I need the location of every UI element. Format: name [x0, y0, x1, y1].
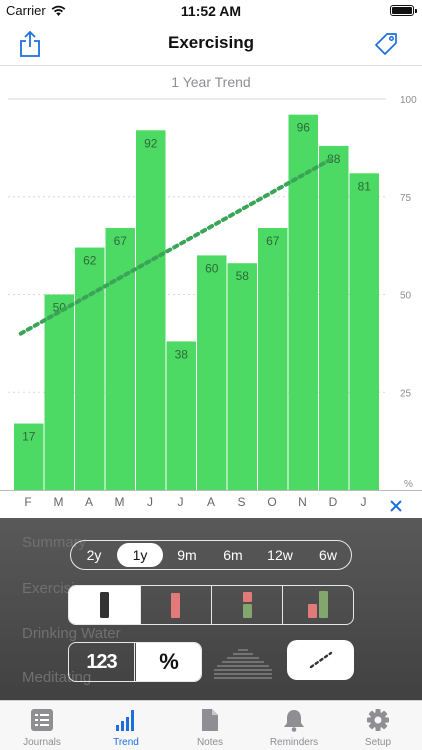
y-unit-label: % — [404, 479, 413, 490]
note-icon — [202, 709, 218, 731]
bar-value-label: 96 — [297, 121, 311, 135]
stacked-style-button[interactable] — [211, 586, 282, 624]
tab-notes[interactable]: Notes — [168, 701, 252, 750]
x-tick-label: A — [206, 495, 215, 509]
numbers-format-label: 123 — [86, 650, 117, 673]
period-option-6m[interactable]: 6m — [213, 543, 253, 567]
y-tick-label: 50 — [400, 291, 412, 302]
bell-icon — [284, 710, 304, 732]
percent-format-button[interactable]: % — [136, 643, 201, 681]
bar-value-label: 67 — [266, 234, 280, 248]
trend-chart: 100755025%175062679238605867968881 — [0, 95, 422, 491]
x-tick-label: J — [177, 495, 184, 509]
chart-title: 1 Year Trend — [171, 74, 251, 90]
x-tick-label: A — [84, 495, 93, 509]
y-tick-label: 25 — [400, 388, 412, 399]
tag-button[interactable] — [370, 28, 402, 60]
clock: 11:52 AM — [180, 3, 242, 19]
period-option-12w[interactable]: 12w — [257, 543, 303, 567]
bar — [227, 263, 257, 490]
chart-options-panel: Summary Exercising Drinking Water Medita… — [0, 518, 422, 700]
navigation-bar: Exercising — [0, 22, 422, 66]
bar — [258, 228, 288, 490]
x-tick-label: F — [24, 495, 32, 509]
tab-label: Setup — [364, 737, 392, 748]
trendline-icon — [309, 651, 332, 669]
close-icon — [390, 500, 402, 512]
x-tick-label: M — [114, 495, 125, 509]
period-option-1y[interactable]: 1y — [117, 543, 163, 567]
bar — [319, 145, 349, 491]
grouped-bar-icon — [308, 591, 328, 618]
y-tick-label: 100 — [400, 95, 417, 106]
red-bar-icon — [171, 593, 180, 618]
tab-label: Reminders — [269, 737, 319, 748]
area-style-icon[interactable] — [214, 646, 272, 682]
percent-format-label: % — [159, 649, 179, 674]
numbers-format-button[interactable]: 123 — [69, 643, 135, 681]
x-tick-label: N — [298, 495, 307, 509]
bar — [349, 173, 379, 491]
gear-icon — [367, 709, 389, 731]
stacked-bar-icon — [243, 592, 252, 618]
x-tick-label: J — [360, 495, 367, 509]
bar-value-label: 58 — [236, 269, 250, 283]
bar — [44, 294, 74, 490]
grouped-style-button[interactable] — [282, 586, 353, 624]
tab-bar: Journals Trend Notes Reminders Setup — [0, 700, 422, 750]
close-chart-button[interactable] — [386, 495, 406, 517]
bar-value-label: 67 — [114, 234, 128, 248]
tab-label: Notes — [196, 737, 224, 748]
tab-reminders[interactable]: Reminders — [252, 701, 336, 750]
bar-value-label: 60 — [205, 261, 219, 275]
tab-journals[interactable]: Journals — [0, 701, 84, 750]
x-tick-label: M — [53, 495, 64, 509]
x-tick-label: S — [237, 495, 246, 509]
chart-style-selector — [68, 585, 354, 625]
x-tick-label: J — [147, 495, 153, 509]
bar-value-label: 81 — [358, 179, 372, 193]
bar-comparison-style-button[interactable] — [140, 586, 211, 624]
tab-trend[interactable]: Trend — [84, 701, 168, 750]
battery-icon — [390, 5, 417, 16]
y-tick-label: 75 — [400, 193, 412, 204]
tab-label: Trend — [113, 737, 139, 748]
period-selector: 2y 1y 9m 6m 12w 6w — [70, 540, 352, 570]
bar-value-label: 38 — [175, 347, 189, 361]
page-title: Exercising — [168, 33, 254, 52]
bar-value-label: 17 — [22, 430, 36, 444]
single-bar-icon — [100, 592, 109, 618]
tag-icon — [375, 33, 397, 55]
bar-value-label: 92 — [144, 136, 158, 150]
background-list-item: Drinking Water — [22, 625, 121, 642]
status-bar: Carrier 11:52 AM — [0, 0, 422, 22]
bars-icon — [116, 710, 134, 731]
value-format-selector: 123 % — [68, 642, 202, 682]
tab-label: Journals — [23, 737, 61, 748]
period-option-9m[interactable]: 9m — [167, 543, 207, 567]
bar — [136, 130, 166, 490]
period-option-2y[interactable]: 2y — [75, 543, 113, 567]
bar — [197, 255, 227, 490]
bar — [105, 228, 135, 490]
bar — [75, 247, 105, 490]
period-option-6w[interactable]: 6w — [307, 543, 349, 567]
x-tick-label: O — [267, 495, 277, 509]
bar-value-label: 62 — [83, 254, 97, 268]
tab-setup[interactable]: Setup — [336, 701, 420, 750]
list-icon — [31, 709, 53, 731]
bar — [166, 341, 196, 490]
single-bar-style-button[interactable] — [69, 586, 140, 624]
month-axis: FMAMJJASONDJ — [0, 495, 422, 517]
trendline-toggle-button[interactable] — [287, 640, 354, 680]
x-tick-label: D — [328, 495, 338, 509]
